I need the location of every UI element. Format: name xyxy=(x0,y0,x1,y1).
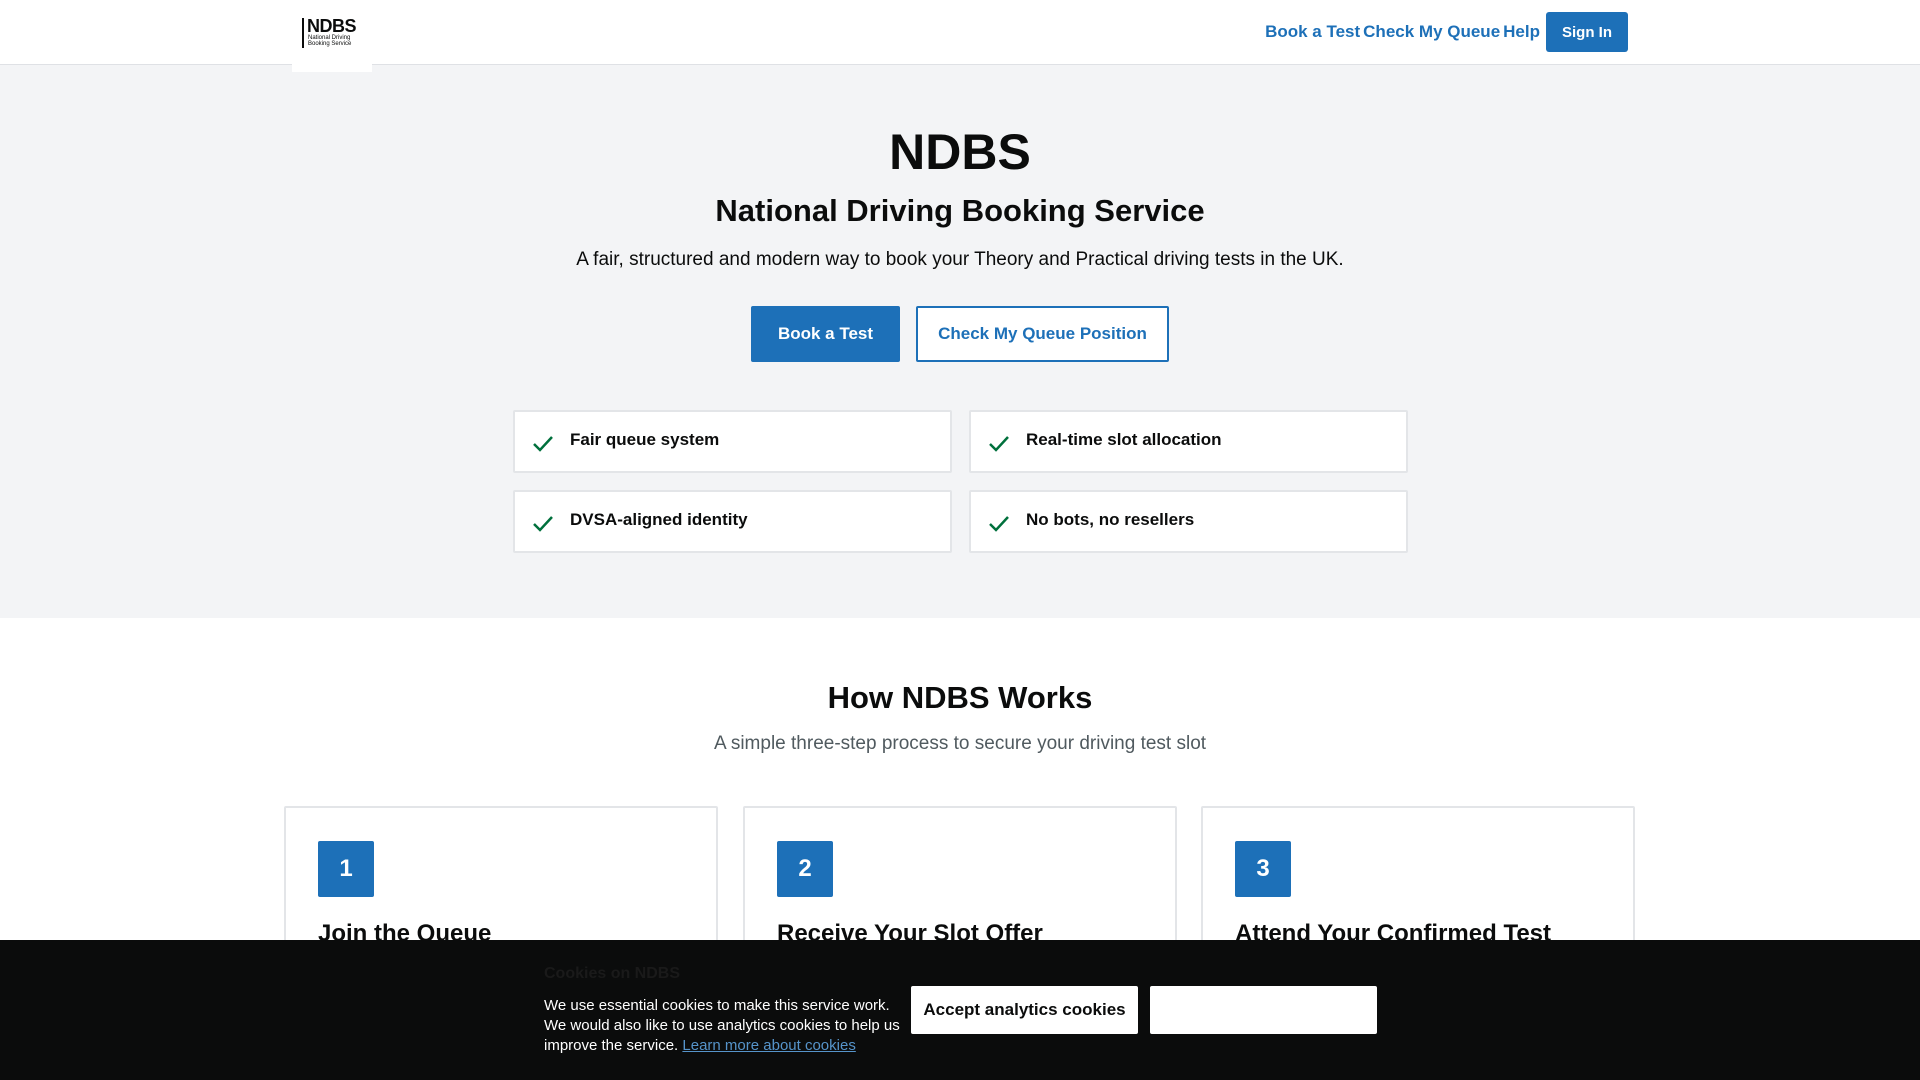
step-number: 1 xyxy=(318,841,374,897)
check-icon xyxy=(533,516,553,532)
cookie-banner-title: Cookies on NDBS xyxy=(544,965,681,982)
logo-bar xyxy=(302,18,304,48)
site-header: NDBS National Driving Booking Service Bo… xyxy=(0,0,1920,72)
cookie-banner: Cookies on NDBS We use essential cookies… xyxy=(0,940,1920,1080)
hero-title: NDBS xyxy=(889,124,1031,180)
check-icon xyxy=(989,436,1009,452)
section-subtitle: A simple three-step process to secure yo… xyxy=(713,733,1207,754)
logo-wordmark: NDBS xyxy=(307,16,357,36)
hero-description: A fair, structured and modern way to boo… xyxy=(576,249,1344,270)
logo[interactable]: NDBS National Driving Booking Service xyxy=(292,0,372,72)
logo-subtitle: National Driving Booking Service xyxy=(308,35,352,47)
feature-card: Real-time slot allocation xyxy=(969,410,1408,473)
check-queue-position-button[interactable]: Check My Queue Position xyxy=(916,306,1169,362)
sign-in-button[interactable]: Sign In xyxy=(1546,12,1628,52)
feature-label: Real-time slot allocation xyxy=(1026,430,1222,449)
nav-help-link[interactable]: Help xyxy=(1503,22,1540,42)
learn-more-cookies-link[interactable]: Learn more about cookies xyxy=(682,1037,855,1054)
feature-label: No bots, no resellers xyxy=(1026,510,1195,529)
nav-check-queue-link[interactable]: Check My Queue xyxy=(1363,22,1500,42)
reject-analytics-cookies-button[interactable] xyxy=(1150,986,1377,1034)
hero-subtitle: National Driving Booking Service xyxy=(715,193,1205,228)
accept-analytics-cookies-button[interactable]: Accept analytics cookies xyxy=(911,986,1138,1034)
feature-card: Fair queue system xyxy=(513,410,952,473)
cookie-banner-text: We use essential cookies to make this se… xyxy=(544,996,902,1056)
check-icon xyxy=(533,436,553,452)
check-icon xyxy=(989,516,1009,532)
section-title: How NDBS Works xyxy=(827,680,1093,715)
step-number: 2 xyxy=(777,841,833,897)
feature-card: No bots, no resellers xyxy=(969,490,1408,553)
book-test-button[interactable]: Book a Test xyxy=(751,306,900,362)
hero-section: NDBS National Driving Booking Service A … xyxy=(0,65,1920,618)
feature-card: DVSA-aligned identity xyxy=(513,490,952,553)
main-nav: Book a Test Check My Queue Help Sign In xyxy=(1265,12,1628,52)
nav-book-test-link[interactable]: Book a Test xyxy=(1265,22,1360,42)
feature-label: DVSA-aligned identity xyxy=(570,510,748,529)
feature-label: Fair queue system xyxy=(570,430,720,449)
step-number: 3 xyxy=(1235,841,1291,897)
